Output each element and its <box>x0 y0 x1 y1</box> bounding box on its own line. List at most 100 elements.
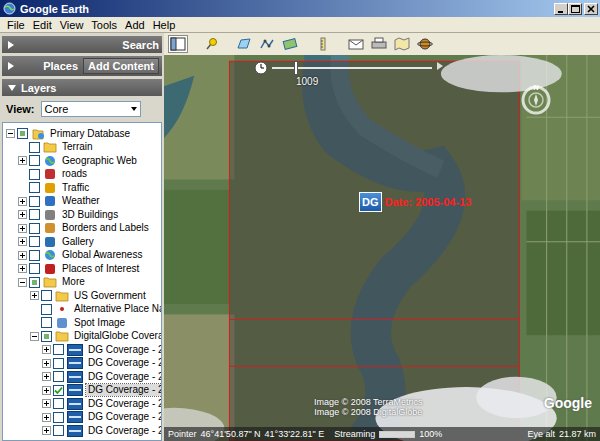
layer-row[interactable]: DG Coverage - 2006 <box>6 370 161 384</box>
expander-icon[interactable] <box>18 237 27 246</box>
layer-checkbox[interactable] <box>41 290 52 301</box>
layer-checkbox[interactable] <box>29 142 40 153</box>
maximize-button[interactable] <box>568 3 582 15</box>
layer-label: DG Coverage - 2008 <box>86 344 162 356</box>
panel-header[interactable]: PlacesAdd Content <box>2 56 162 76</box>
menu-item[interactable]: Edit <box>29 19 56 31</box>
panel-header[interactable]: Search <box>2 36 162 53</box>
layer-checkbox[interactable] <box>29 155 40 166</box>
email-button[interactable] <box>346 35 366 53</box>
expander-icon[interactable] <box>6 129 15 138</box>
expander-icon[interactable] <box>42 372 51 381</box>
layer-row[interactable]: Primary Database <box>6 127 161 141</box>
layer-checkbox[interactable] <box>41 317 52 328</box>
layer-row[interactable]: More <box>6 276 161 290</box>
play-arrow-icon[interactable] <box>436 61 444 71</box>
layer-checkbox[interactable] <box>53 398 64 409</box>
expander-icon[interactable] <box>18 278 27 287</box>
layer-checkbox[interactable] <box>29 196 40 207</box>
layer-checkbox[interactable] <box>29 277 40 288</box>
layer-row[interactable]: DG Coverage - 2003 <box>6 411 161 425</box>
layer-row[interactable]: Gallery <box>6 235 161 249</box>
expander-icon[interactable] <box>42 359 51 368</box>
layer-checkbox[interactable] <box>53 425 64 436</box>
layer-row[interactable]: DG Coverage - 2008 <box>6 343 161 357</box>
ruler-button[interactable] <box>313 35 333 53</box>
expander-icon[interactable] <box>30 291 39 300</box>
menu-item[interactable]: Tools <box>87 19 121 31</box>
expander-icon[interactable] <box>18 210 27 219</box>
layer-row[interactable]: DG Coverage - 2005 <box>6 384 161 398</box>
layer-row[interactable]: Weather <box>6 195 161 209</box>
layer-row[interactable]: DG Coverage - 2007 <box>6 357 161 371</box>
layer-label: Traffic <box>60 182 91 194</box>
layer-checkbox[interactable] <box>29 250 40 261</box>
layer-checkbox[interactable] <box>41 304 52 315</box>
layer-checkbox[interactable] <box>53 371 64 382</box>
expander-icon[interactable] <box>18 156 27 165</box>
layer-checkbox[interactable] <box>53 385 64 396</box>
minimize-button[interactable] <box>554 3 568 15</box>
close-button[interactable] <box>584 3 598 15</box>
slider-handle[interactable] <box>294 61 298 75</box>
layer-checkbox[interactable] <box>29 223 40 234</box>
expander-icon[interactable] <box>42 413 51 422</box>
path-button[interactable] <box>257 35 277 53</box>
map-view[interactable]: 1009DGDate: 2005-04-13NImage © 2008 Terr… <box>164 55 600 441</box>
menu-item[interactable]: File <box>3 19 29 31</box>
layer-checkbox[interactable] <box>41 331 52 342</box>
layer-row[interactable]: Alternative Place Names <box>6 303 161 317</box>
layer-checkbox[interactable] <box>17 128 28 139</box>
expander-icon[interactable] <box>18 197 27 206</box>
coverage-marker[interactable]: DGDate: 2005-04-13 <box>359 192 471 212</box>
expander-icon[interactable] <box>18 224 27 233</box>
expander-icon[interactable] <box>30 332 39 341</box>
layer-checkbox[interactable] <box>53 344 64 355</box>
layer-checkbox[interactable] <box>29 209 40 220</box>
layer-row[interactable]: Traffic <box>6 181 161 195</box>
compass-icon[interactable]: N <box>519 83 553 117</box>
layer-row[interactable]: US Government <box>6 289 161 303</box>
menu-item[interactable]: Add <box>121 19 149 31</box>
layer-row[interactable]: Borders and Labels <box>6 222 161 236</box>
layer-row[interactable]: Global Awareness <box>6 249 161 263</box>
folder-icon <box>55 330 69 342</box>
sky-button[interactable] <box>415 35 435 53</box>
layer-row[interactable]: DigitalGlobe Coverage <box>6 330 161 344</box>
placemark-button[interactable] <box>201 35 221 53</box>
expander-icon[interactable] <box>42 399 51 408</box>
layer-row[interactable]: 3D Buildings <box>6 208 161 222</box>
layer-checkbox[interactable] <box>29 263 40 274</box>
layer-checkbox[interactable] <box>53 358 64 369</box>
layer-checkbox[interactable] <box>29 169 40 180</box>
menu-item[interactable]: View <box>56 19 88 31</box>
time-slider[interactable]: 1009 <box>254 61 444 87</box>
view-dropdown[interactable]: Core <box>41 101 141 117</box>
layer-row[interactable]: Terrain <box>6 141 161 155</box>
expander-icon[interactable] <box>18 264 27 273</box>
expander-icon[interactable] <box>42 426 51 435</box>
layer-icon <box>55 317 69 329</box>
sidebar-toggle-button[interactable] <box>168 35 188 53</box>
add-content-button[interactable]: Add Content <box>83 58 159 74</box>
layer-row[interactable]: DG Coverage - 2002 <box>6 424 161 438</box>
polygon-button[interactable] <box>234 35 254 53</box>
expander-icon[interactable] <box>18 251 27 260</box>
expander-icon[interactable] <box>42 386 51 395</box>
layer-checkbox[interactable] <box>29 236 40 247</box>
maps-button[interactable] <box>392 35 412 53</box>
layer-row[interactable]: Geographic Web <box>6 154 161 168</box>
layer-checkbox[interactable] <box>53 412 64 423</box>
slider-track[interactable] <box>272 67 432 69</box>
menu-item[interactable]: Help <box>149 19 180 31</box>
layer-row[interactable]: roads <box>6 168 161 182</box>
overlay-button[interactable] <box>280 35 300 53</box>
layer-checkbox[interactable] <box>29 182 40 193</box>
print-button[interactable] <box>369 35 389 53</box>
panel-header[interactable]: Layers <box>2 79 162 96</box>
layer-row[interactable]: DG Coverage - 2004 <box>6 397 161 411</box>
layer-row[interactable]: Places of Interest <box>6 262 161 276</box>
layer-row[interactable]: Spot Image <box>6 316 161 330</box>
title-bar: Google Earth <box>0 0 600 17</box>
expander-icon[interactable] <box>42 345 51 354</box>
